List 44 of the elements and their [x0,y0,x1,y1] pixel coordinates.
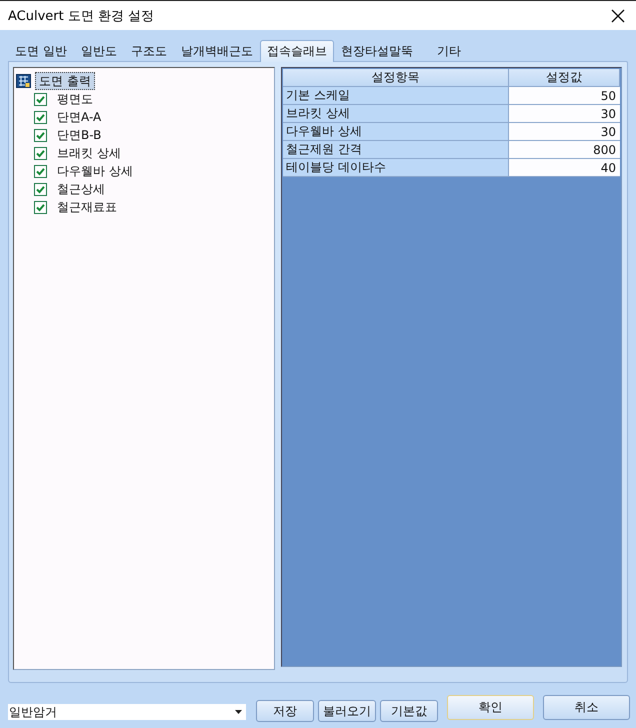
table-cell: 테이블당 데이타수 [283,159,509,177]
checkbox[interactable] [34,182,47,196]
tab[interactable]: 날개벽배근도 [174,41,260,61]
table-cell[interactable]: 40 [509,159,620,177]
checkbox[interactable] [34,110,47,124]
table-cell: 기본 스케일 [283,87,509,105]
column-header: 설정값 [509,69,620,87]
checkbox[interactable] [34,200,47,214]
table-cell: 다우웰바 상세 [283,123,509,141]
close-icon[interactable] [611,8,625,22]
tab[interactable]: 기타 [430,41,468,61]
button[interactable]: 불러오기 [318,700,376,722]
tab[interactable]: 구조도 [124,41,174,61]
table-cell[interactable]: 30 [509,105,620,123]
tree-item[interactable]: 브래킷 상세 [53,144,125,162]
table-cell: 철근제원 간격 [283,141,509,159]
preset-dropdown[interactable]: 일반암거 [8,704,246,720]
window-title: ACulvert 도면 환경 설정 [8,8,156,24]
table-cell: 브라킷 상세 [283,105,509,123]
tree-item[interactable]: 도면 출력 [35,72,95,90]
tab[interactable]: 일반도 [74,41,124,61]
table-cell[interactable]: 50 [509,87,620,105]
tree-item[interactable]: 평면도 [53,90,97,108]
button[interactable]: 확인 [447,695,534,720]
checkbox[interactable] [34,146,47,160]
button[interactable]: 저장 [256,700,314,722]
tree-item[interactable]: 단면A-A [53,108,106,126]
checkbox[interactable] [34,92,47,106]
tree-item[interactable]: 철근재료표 [53,198,121,216]
tree-item[interactable]: 철근상세 [53,180,109,198]
button[interactable]: 기본값 [380,700,438,722]
table-cell[interactable]: 30 [509,123,620,141]
table-cell[interactable]: 800 [509,141,620,159]
tab[interactable]: 도면 일반 [8,41,74,61]
caret-icon [235,710,242,714]
checkbox[interactable] [34,128,47,142]
folder-grid-icon [16,74,31,88]
column-header: 설정항목 [283,69,509,87]
tree-item[interactable]: 다우웰바 상세 [53,162,137,180]
tab[interactable]: 현장타설말뚝 [334,41,420,61]
tab[interactable]: 접속슬래브 [260,40,334,62]
tree-item[interactable]: 단면B-B [53,126,106,144]
checkbox[interactable] [34,164,47,178]
button[interactable]: 취소 [543,695,630,720]
